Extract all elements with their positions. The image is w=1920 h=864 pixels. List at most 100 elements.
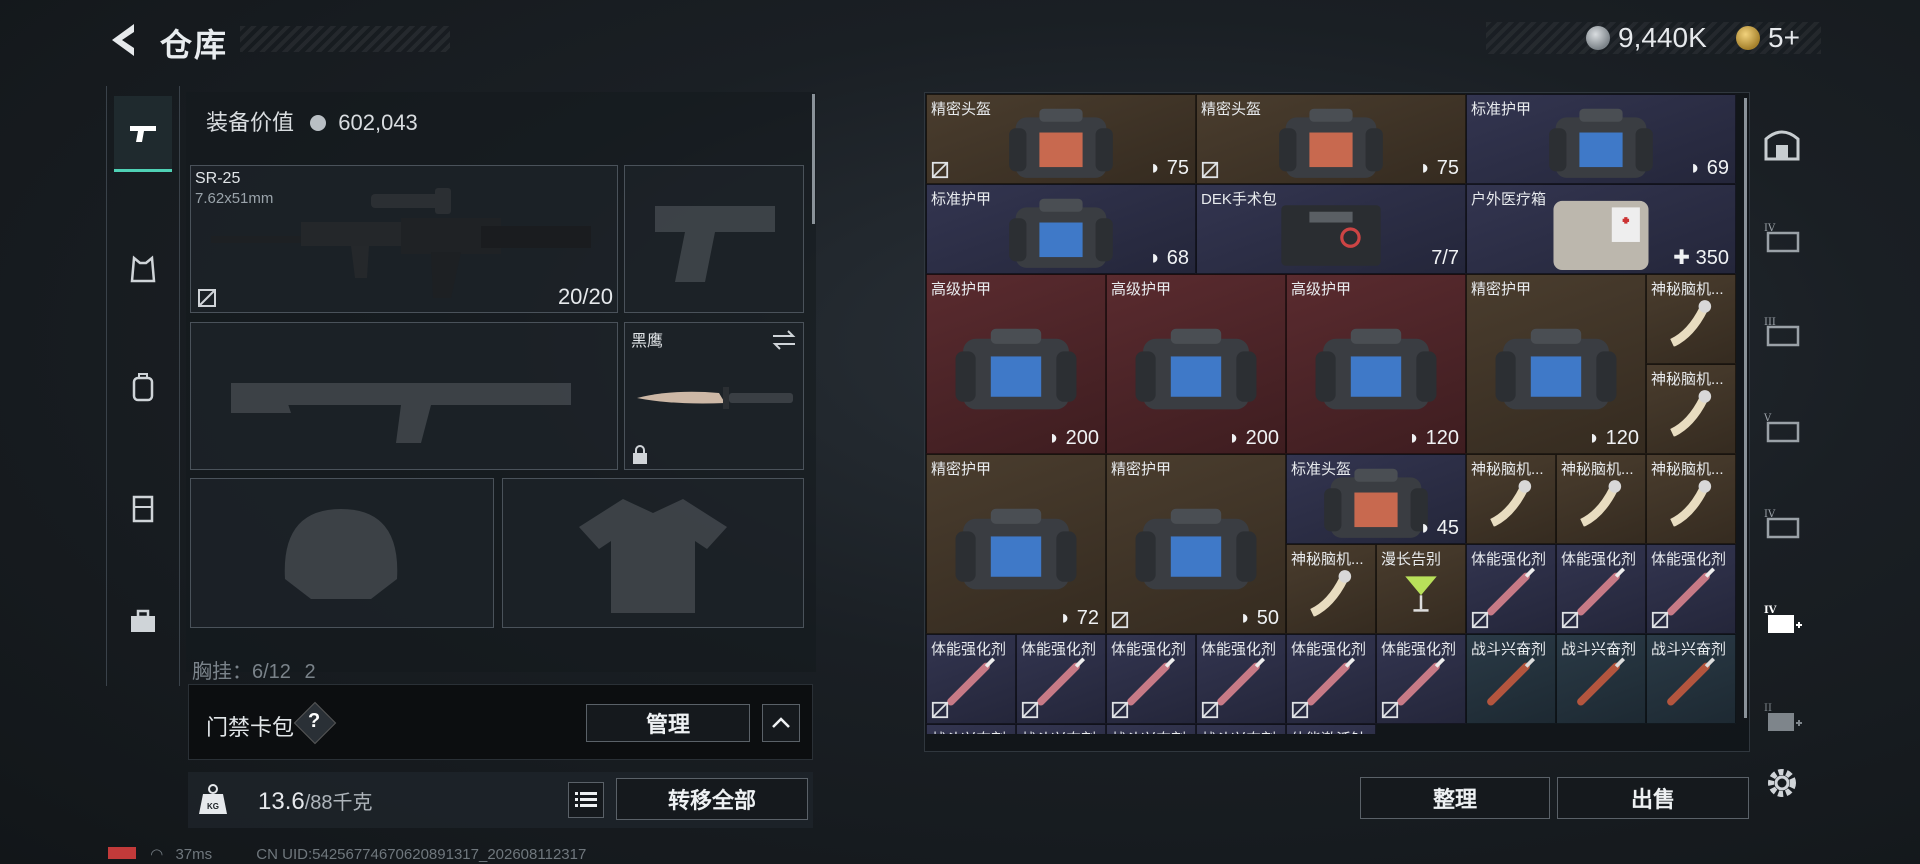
item-name: 神秘脑机... <box>1471 461 1544 478</box>
helmet-icon <box>1279 108 1383 178</box>
inventory-cell[interactable]: 体能强化剂 <box>1196 634 1286 724</box>
inventory-cell[interactable]: 漫长告别 <box>1376 544 1466 634</box>
inventory-cell[interactable]: 精密护甲 ◗ 72 <box>926 454 1106 634</box>
help-icon: ? <box>308 710 321 732</box>
rail-item-vest[interactable] <box>114 232 172 308</box>
inventory-cell[interactable]: 神秘脑机... <box>1466 454 1556 544</box>
inventory-cell[interactable]: 精密护甲 ◗ 120 <box>1466 274 1646 454</box>
inventory-scrollbar[interactable] <box>1744 98 1747 718</box>
inventory-cell[interactable]: 体能强化剂 <box>1556 544 1646 634</box>
transfer-all-button[interactable]: 转移全部 <box>616 778 808 820</box>
item-name: 体能强化剂 <box>931 641 1007 658</box>
manage-button[interactable]: 管理 <box>586 704 750 742</box>
item-value-text: 200 <box>1065 427 1099 449</box>
toolbox-icon <box>131 609 155 632</box>
ticket-amount: 5+ <box>1768 22 1800 53</box>
pistol-slot[interactable] <box>624 165 804 313</box>
durability-icon: ◗ <box>1407 427 1426 449</box>
inventory-cell[interactable]: 神秘脑机... <box>1646 274 1736 364</box>
sell-button[interactable]: 出售 <box>1557 777 1749 819</box>
sort-button[interactable]: 整理 <box>1360 777 1550 819</box>
back-arrow-icon[interactable] <box>104 18 148 62</box>
inventory-cell[interactable]: 体能强化剂 <box>1106 634 1196 724</box>
rifle-placeholder-icon <box>231 383 571 443</box>
rail-container-iv[interactable]: IV <box>1756 206 1808 268</box>
safe-box-icon <box>1764 130 1800 161</box>
item-value: ◗ 72 <box>1059 607 1099 630</box>
item-name: 体能强化剂 <box>1381 641 1457 658</box>
rail-item-toolbox[interactable] <box>114 584 172 660</box>
weight-icon: KG <box>199 784 227 814</box>
syringe-icon <box>1217 657 1266 706</box>
inventory-cell[interactable]: 体能强化剂 <box>1646 544 1736 634</box>
inventory-cell[interactable]: 战斗兴奋剂 <box>1556 634 1646 724</box>
inventory-cell[interactable]: 战斗兴奋剂 <box>1196 724 1286 734</box>
primary-weapon-slot[interactable]: SR-25 7.62x51mm 20/20 <box>190 165 618 313</box>
armor-icon <box>955 508 1077 590</box>
armor-slot[interactable] <box>502 478 804 628</box>
rail-medical-iv[interactable]: IV <box>1756 588 1808 650</box>
melee-slot[interactable]: 黑鹰 <box>624 322 804 470</box>
equipment-value: 装备价值 602,043 <box>206 105 418 137</box>
inventory-cell[interactable]: 神秘脑机... <box>1646 364 1736 454</box>
rail-container-iv-b[interactable]: IV <box>1756 492 1808 554</box>
inventory-cell[interactable]: 战斗兴奋剂 <box>1106 724 1196 734</box>
item-name: 标准护甲 <box>931 191 992 208</box>
armor-icon <box>1549 108 1653 178</box>
inventory-cell[interactable]: 精密头盔 ◗ 75 <box>1196 94 1466 184</box>
page-title: 仓库 <box>160 27 229 63</box>
item-value: ◗ 50 <box>1239 607 1279 630</box>
secondary-weapon-slot[interactable] <box>190 322 618 470</box>
swap-icon[interactable] <box>771 329 797 351</box>
inventory-cell[interactable]: 战斗兴奋剂 <box>1016 724 1106 734</box>
no-insure-icon <box>1111 611 1129 629</box>
inventory-cell[interactable]: 高级护甲 ◗ 200 <box>1106 274 1286 454</box>
collapse-button[interactable] <box>762 704 800 742</box>
inventory-cell[interactable]: 标准护甲 ◗ 69 <box>1466 94 1736 184</box>
chevron-up-icon <box>772 717 790 728</box>
inventory-cell[interactable]: 标准护甲 ◗ 68 <box>926 184 1196 274</box>
inventory-cell[interactable]: 体能强化剂 <box>1376 634 1466 724</box>
inventory-cell[interactable]: 精密头盔 ◗ 75 <box>926 94 1196 184</box>
inventory-cell[interactable]: 神秘脑机... <box>1286 544 1376 634</box>
inventory-cell[interactable]: 体能强化剂 <box>926 634 1016 724</box>
stim-icon <box>1487 657 1536 706</box>
inventory-cell[interactable]: DEK手术包 7/7 <box>1196 184 1466 274</box>
armor-icon <box>1135 328 1257 410</box>
syringe-icon <box>1577 567 1626 616</box>
rail-item-backpack[interactable] <box>114 350 172 426</box>
durability-icon: ◗ <box>1227 427 1246 449</box>
item-name: 精密护甲 <box>1111 461 1172 478</box>
inventory-cell[interactable]: 战斗兴奋剂 <box>926 724 1016 734</box>
inventory-cell[interactable]: 体能强化剂 <box>1466 544 1556 634</box>
inventory-cell[interactable]: 标准头盔 ◗ 45 <box>1286 454 1466 544</box>
rail-item-weapons[interactable] <box>114 96 172 172</box>
settings-button[interactable] <box>1756 752 1808 814</box>
inventory-cell[interactable]: 高级护甲 ◗ 120 <box>1286 274 1466 454</box>
item-value: ◗ 120 <box>1588 427 1639 450</box>
item-name: 战斗兴奋剂 <box>1651 641 1727 658</box>
inventory-cell[interactable]: 体能强化剂 <box>1286 634 1376 724</box>
rail-container-iii[interactable]: III <box>1756 300 1808 362</box>
helmet-placeholder-icon <box>284 509 398 599</box>
rail-item-rig[interactable] <box>114 470 172 546</box>
inventory-cell[interactable]: 体能激活针 <box>1286 724 1376 734</box>
inventory-cell[interactable]: 体能强化剂 <box>1016 634 1106 724</box>
list-view-button[interactable] <box>568 782 604 818</box>
inventory-cell[interactable]: 神秘脑机... <box>1646 454 1736 544</box>
inventory-cell[interactable]: 户外医疗箱 ✚ 350 <box>1466 184 1736 274</box>
inventory-cell[interactable]: 神秘脑机... <box>1556 454 1646 544</box>
rail-safe-box[interactable] <box>1756 114 1808 176</box>
rig-icon <box>132 495 154 523</box>
helmet-slot[interactable] <box>190 478 494 628</box>
inventory-cell[interactable]: 精密护甲 ◗ 50 <box>1106 454 1286 634</box>
equipment-scrollbar[interactable] <box>812 94 815 224</box>
inventory-cell[interactable]: 高级护甲 ◗ 200 <box>926 274 1106 454</box>
rail-medical-ii[interactable]: II <box>1756 686 1808 748</box>
coin-amount: 9,440K <box>1618 22 1707 53</box>
sniper-rifle-icon <box>211 188 591 298</box>
inventory-cell[interactable]: 战斗兴奋剂 <box>1466 634 1556 724</box>
syringe-icon <box>1307 657 1356 706</box>
inventory-cell[interactable]: 战斗兴奋剂 <box>1646 634 1736 724</box>
rail-container-v[interactable]: V <box>1756 396 1808 458</box>
